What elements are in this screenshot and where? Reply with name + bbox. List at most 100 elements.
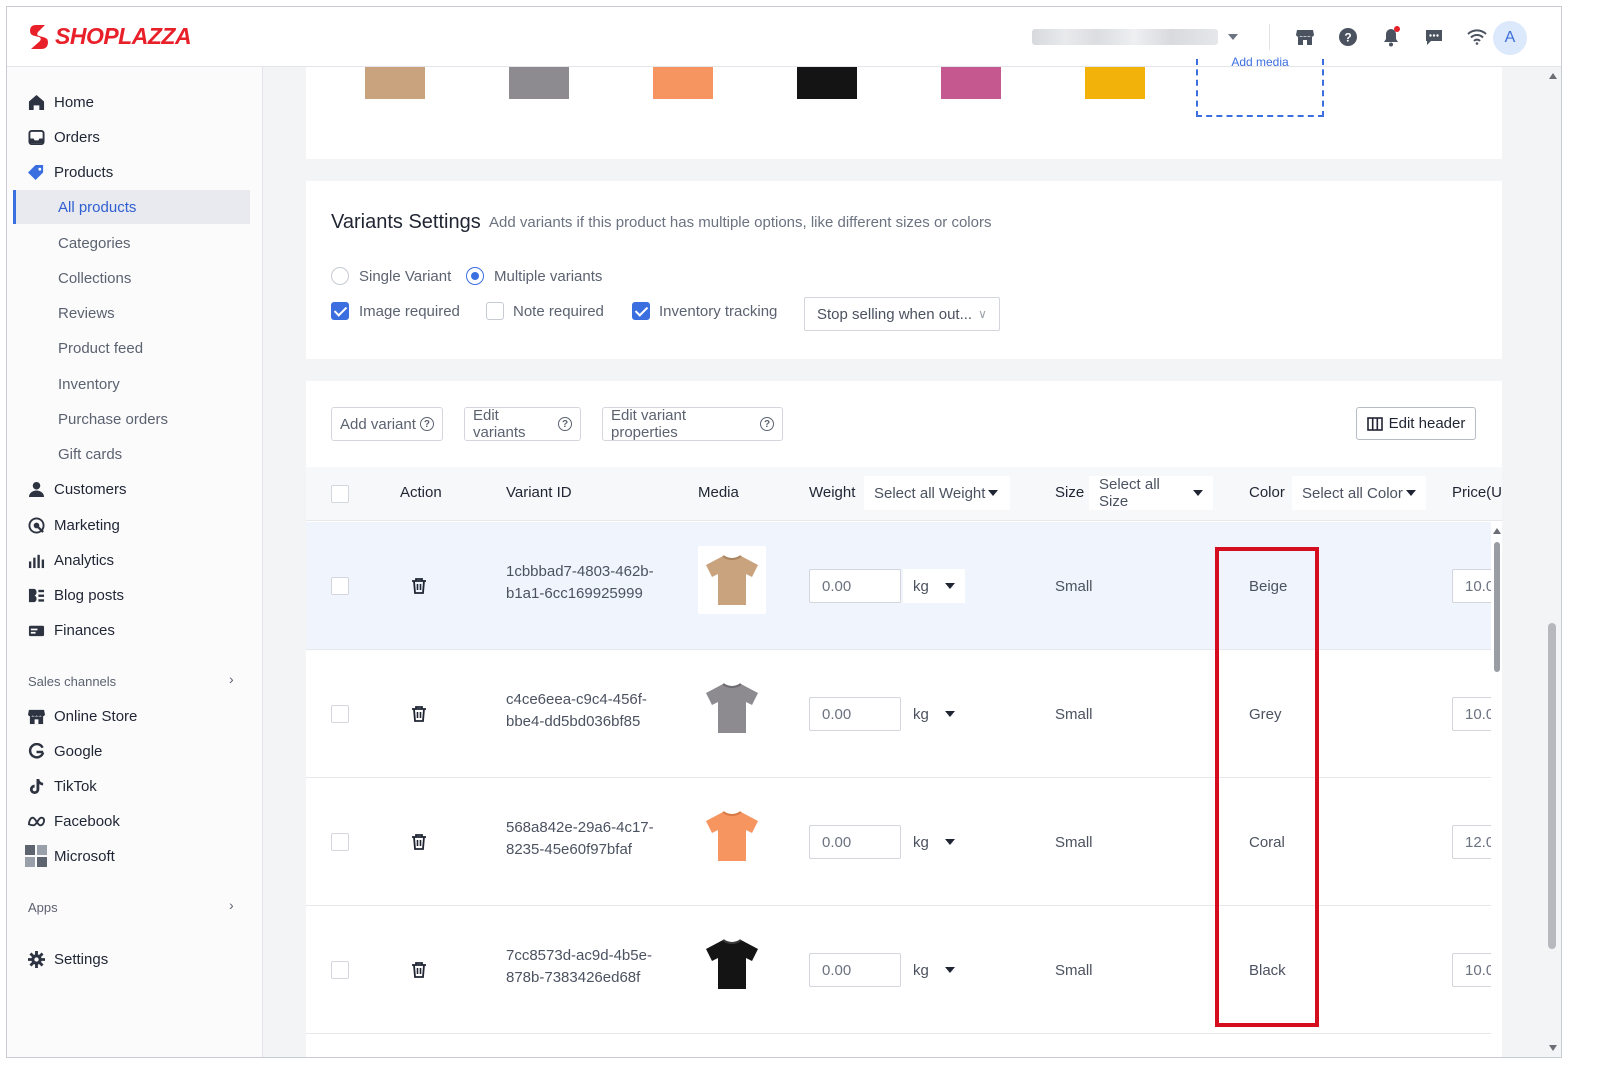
chat-icon[interactable] xyxy=(1420,23,1448,51)
media-thumb[interactable] xyxy=(365,67,425,99)
sidebar-item-gift-cards[interactable]: Gift cards xyxy=(7,437,263,471)
avatar[interactable]: A xyxy=(1493,21,1527,55)
sidebar-item-blog-posts[interactable]: Blog posts xyxy=(7,578,263,612)
sidebar-item-label: Purchase orders xyxy=(58,410,169,428)
sidebar-item-product-feed[interactable]: Product feed xyxy=(7,331,263,365)
variant-media[interactable] xyxy=(698,674,766,742)
row-checkbox[interactable] xyxy=(331,961,349,979)
sidebar-item-all-products[interactable]: All products xyxy=(13,190,250,224)
sidebar-item-home[interactable]: Home xyxy=(7,85,263,119)
sidebar-item-settings[interactable]: Settings xyxy=(7,942,263,976)
variant-media[interactable] xyxy=(698,546,766,614)
help-icon[interactable]: ? xyxy=(760,417,774,431)
sidebar-item-inventory[interactable]: Inventory xyxy=(7,367,263,401)
page-scrollbar[interactable] xyxy=(1545,67,1561,1057)
weight-input[interactable]: 0.00 xyxy=(809,953,901,987)
help-icon[interactable]: ? xyxy=(558,417,572,431)
sidebar-item-customers[interactable]: Customers xyxy=(7,472,263,506)
sidebar-item-analytics[interactable]: Analytics xyxy=(7,543,263,577)
edit-variant-properties-button[interactable]: Edit variant properties ? xyxy=(602,407,783,441)
select-all-size-dropdown[interactable]: Select all Size xyxy=(1089,476,1213,510)
help-icon[interactable]: ? xyxy=(419,417,434,431)
sidebar-item-purchase-orders[interactable]: Purchase orders xyxy=(7,402,263,436)
edit-header-label: Edit header xyxy=(1388,415,1466,432)
multiple-variants-radio[interactable] xyxy=(466,267,484,285)
add-variant-button[interactable]: Add variant ? xyxy=(331,407,443,441)
media-thumb[interactable] xyxy=(797,67,857,99)
single-variant-radio[interactable] xyxy=(331,267,349,285)
trash-icon[interactable] xyxy=(410,577,428,595)
column-media: Media xyxy=(698,484,739,501)
media-thumb[interactable] xyxy=(1085,67,1145,99)
sidebar-item-reviews[interactable]: Reviews xyxy=(7,296,263,330)
out-of-stock-select[interactable]: Stop selling when out... ∨ xyxy=(804,297,1000,331)
help-icon[interactable]: ? xyxy=(1334,23,1362,51)
inventory-tracking-checkbox[interactable] xyxy=(632,302,650,320)
trash-icon[interactable] xyxy=(410,705,428,723)
sidebar-item-microsoft[interactable]: Microsoft xyxy=(7,839,263,873)
weight-input[interactable]: 0.00 xyxy=(809,569,901,603)
edit-header-button[interactable]: Edit header xyxy=(1356,407,1476,440)
sidebar-item-marketing[interactable]: Marketing xyxy=(7,508,263,542)
scroll-down-icon[interactable] xyxy=(1549,1045,1557,1051)
analytics-icon xyxy=(27,551,45,569)
price-input[interactable]: 10.0 xyxy=(1452,697,1491,731)
select-all-color-dropdown[interactable]: Select all Color xyxy=(1292,476,1426,510)
variant-media[interactable] xyxy=(698,930,766,998)
price-input[interactable]: 10.0 xyxy=(1452,953,1491,987)
sidebar-item-products[interactable]: Products xyxy=(7,155,263,189)
media-thumb[interactable] xyxy=(653,67,713,99)
image-required-label: Image required xyxy=(359,303,460,320)
sidebar-item-google[interactable]: Google xyxy=(7,734,263,768)
caret-down-icon xyxy=(1405,490,1416,496)
scroll-up-icon[interactable] xyxy=(1493,528,1501,534)
chevron-right-icon[interactable]: › xyxy=(229,897,234,913)
sidebar-item-label: Categories xyxy=(58,234,131,252)
scrollbar-thumb[interactable] xyxy=(1494,542,1500,672)
sidebar-item-collections[interactable]: Collections xyxy=(7,261,263,295)
caret-down-icon xyxy=(944,711,955,717)
price-input[interactable]: 10.0 xyxy=(1452,569,1491,603)
table-scrollbar[interactable] xyxy=(1493,528,1501,1038)
sidebar-item-online-store[interactable]: Online Store xyxy=(7,699,263,733)
sidebar-item-facebook[interactable]: Facebook xyxy=(7,804,263,838)
row-checkbox[interactable] xyxy=(331,833,349,851)
store-selector[interactable] xyxy=(1032,27,1242,47)
wifi-icon[interactable] xyxy=(1463,23,1491,51)
row-checkbox[interactable] xyxy=(331,705,349,723)
weight-unit-select[interactable]: kg xyxy=(903,825,965,859)
trash-icon[interactable] xyxy=(410,961,428,979)
variant-media[interactable] xyxy=(698,802,766,870)
row-checkbox[interactable] xyxy=(331,577,349,595)
select-all-checkbox[interactable] xyxy=(331,485,349,503)
bell-icon[interactable] xyxy=(1377,23,1405,51)
shoplazza-logo[interactable]: SHOPLAZZA xyxy=(27,23,192,51)
weight-unit-label: kg xyxy=(913,833,929,851)
edit-variants-button[interactable]: Edit variants ? xyxy=(464,407,581,441)
sidebar-item-tiktok[interactable]: TikTok xyxy=(7,769,263,803)
store-icon[interactable] xyxy=(1291,23,1319,51)
media-thumb[interactable] xyxy=(509,67,569,99)
price-input[interactable]: 12.0 xyxy=(1452,825,1491,859)
chevron-right-icon[interactable]: › xyxy=(229,671,234,687)
weight-input[interactable]: 0.00 xyxy=(809,697,901,731)
select-all-weight-dropdown[interactable]: Select all Weight xyxy=(864,476,1010,510)
image-required-checkbox[interactable] xyxy=(331,302,349,320)
weight-unit-select[interactable]: kg xyxy=(903,953,965,987)
home-icon xyxy=(27,93,45,111)
add-media-button[interactable]: Add media xyxy=(1196,55,1324,117)
media-thumb[interactable] xyxy=(941,67,1001,99)
sidebar-item-categories[interactable]: Categories xyxy=(7,226,263,260)
scrollbar-thumb[interactable] xyxy=(1548,623,1556,949)
trash-icon[interactable] xyxy=(410,833,428,851)
scroll-up-icon[interactable] xyxy=(1549,73,1557,79)
sidebar-item-orders[interactable]: Orders xyxy=(7,120,263,154)
person-icon xyxy=(27,480,45,498)
weight-unit-select[interactable]: kg xyxy=(903,569,965,603)
weight-unit-select[interactable]: kg xyxy=(903,697,965,731)
sidebar-item-finances[interactable]: Finances xyxy=(7,613,263,647)
weight-input[interactable]: 0.00 xyxy=(809,825,901,859)
variant-id-line: 568a842e-29a6-4c17- xyxy=(506,819,654,836)
store-name-blurred xyxy=(1032,29,1218,45)
note-required-checkbox[interactable] xyxy=(486,302,504,320)
